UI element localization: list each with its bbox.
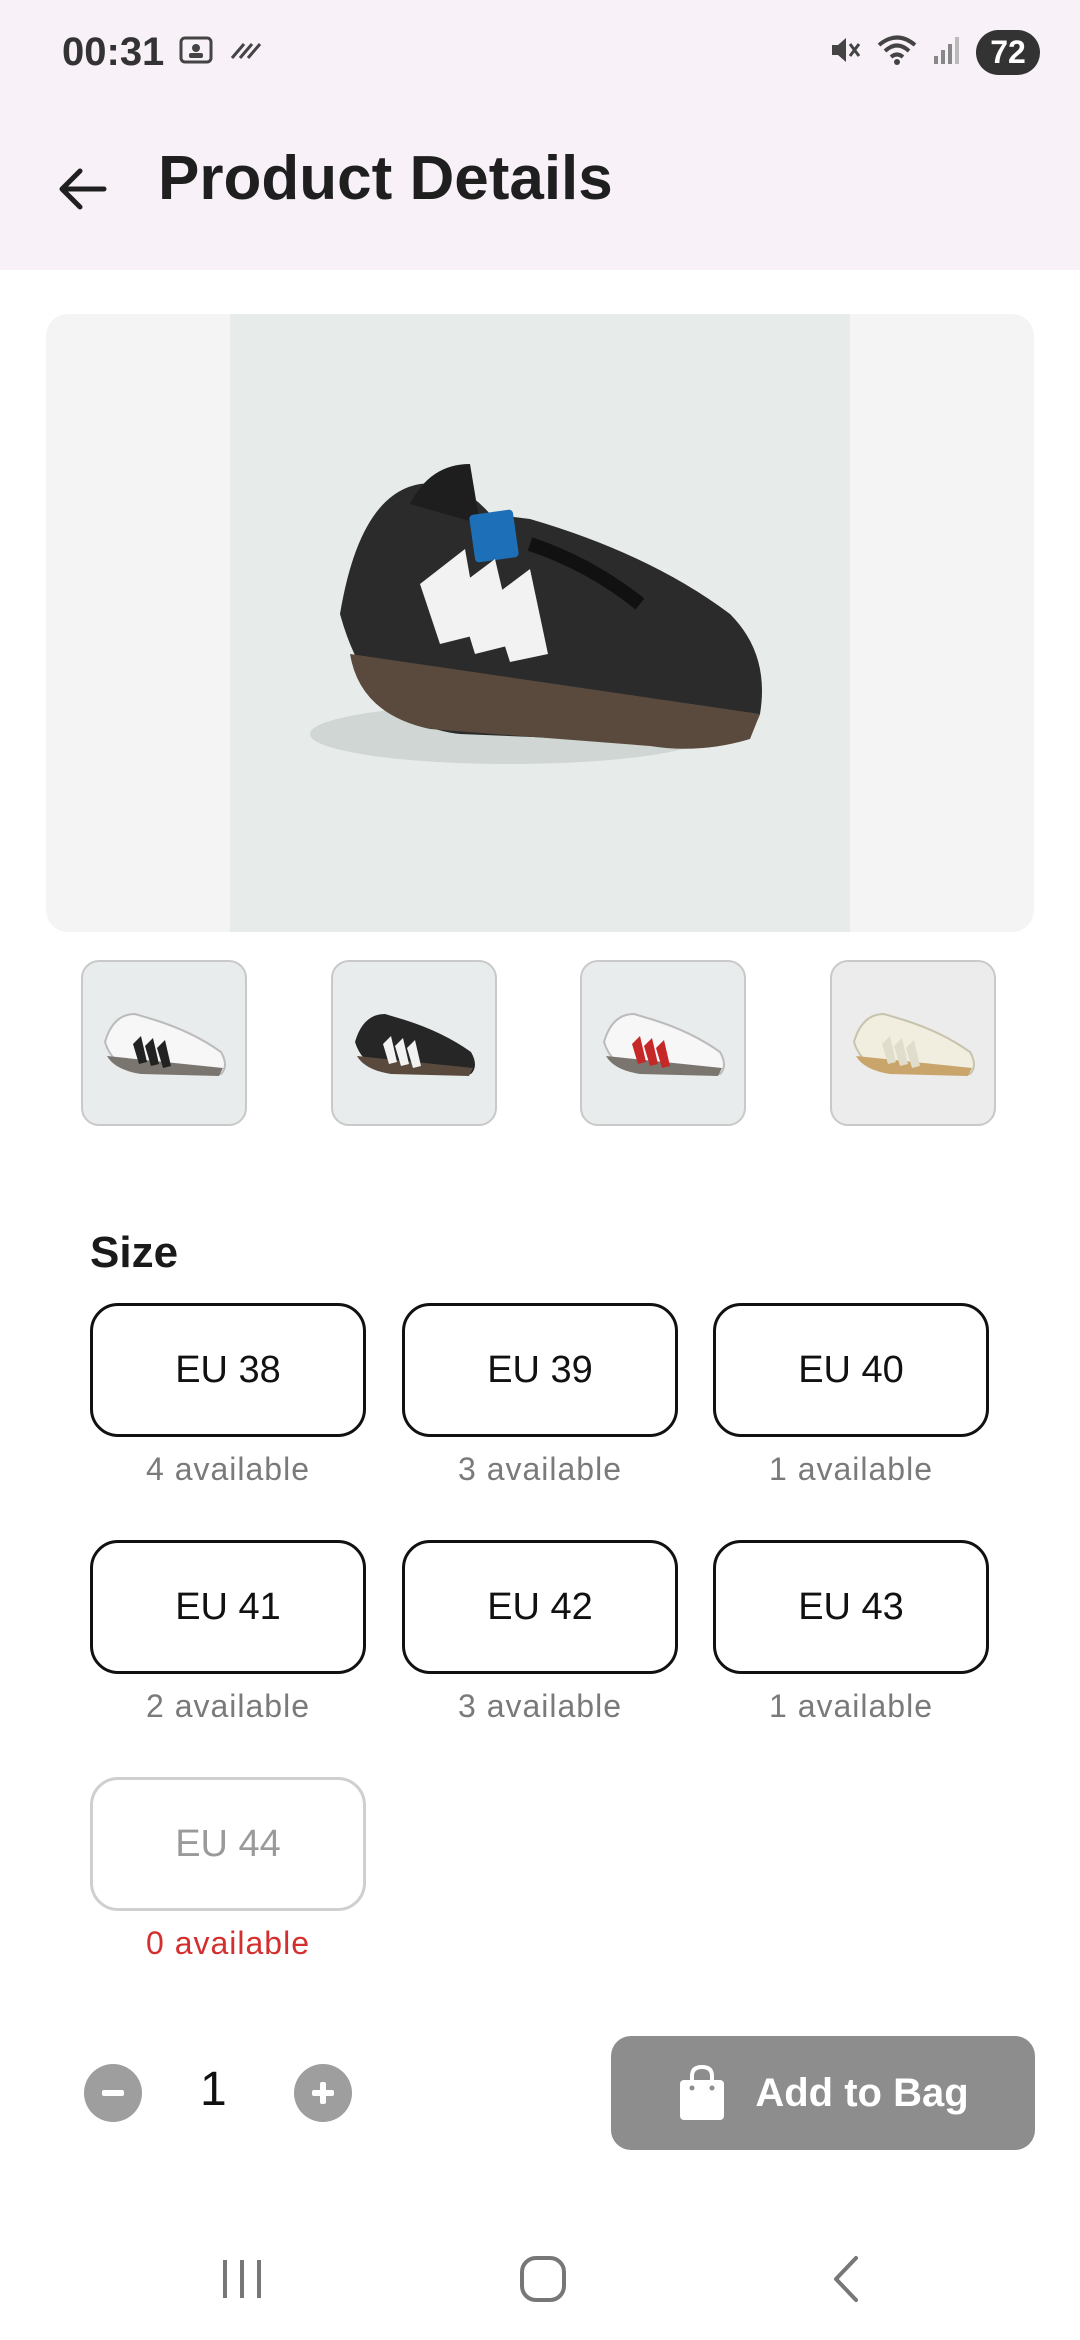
size-availability: 2 available: [146, 1688, 310, 1724]
add-to-bag-label: Add to Bag: [755, 2070, 969, 2115]
size-option: EU 44 0 available: [90, 1777, 366, 1962]
recent-apps-icon: [223, 2260, 261, 2298]
system-back-button[interactable]: [806, 2244, 886, 2314]
size-availability: 3 available: [458, 1451, 622, 1487]
arrow-left-icon: [59, 168, 107, 210]
add-to-bag-button[interactable]: Add to Bag: [611, 2036, 1035, 2150]
product-image: [46, 314, 1034, 932]
signal-icon: [932, 34, 962, 71]
system-nav-bar: [0, 2220, 1080, 2340]
thumbnail-black[interactable]: [331, 960, 497, 1126]
increase-quantity-button[interactable]: [294, 2064, 352, 2122]
data-saver-icon: [230, 38, 264, 67]
size-button-eu39[interactable]: EU 39: [402, 1303, 678, 1437]
thumbnail-cream[interactable]: [830, 960, 996, 1126]
back-button[interactable]: [48, 155, 116, 223]
page-title: Product Details: [158, 144, 613, 213]
plus-icon: [312, 2082, 334, 2104]
quantity-value: 1: [200, 2063, 227, 2116]
status-right-icons: 72: [828, 30, 1040, 75]
size-availability-unavailable: 0 available: [146, 1925, 310, 1961]
shoe-illustration: [310, 464, 762, 764]
size-option: EU 42 3 available: [402, 1540, 678, 1725]
battery-indicator: 72: [976, 30, 1040, 75]
recent-apps-button[interactable]: [202, 2244, 282, 2314]
thumbnail-white[interactable]: [81, 960, 247, 1126]
size-button-eu40[interactable]: EU 40: [713, 1303, 989, 1437]
size-availability: 1 available: [769, 1688, 933, 1724]
size-heading: Size: [90, 1228, 179, 1277]
minus-icon: [102, 2090, 124, 2096]
size-option: EU 43 1 available: [713, 1540, 989, 1725]
size-option: EU 39 3 available: [402, 1303, 678, 1488]
shopping-bag-icon: [680, 2064, 725, 2120]
status-time: 00:31: [62, 30, 165, 74]
size-availability: 4 available: [146, 1451, 310, 1487]
mute-icon: [828, 33, 862, 72]
status-left-icons: [178, 34, 264, 71]
wifi-icon: [876, 33, 918, 72]
size-option: EU 38 4 available: [90, 1303, 366, 1488]
shoe-thumb-icon: [602, 1012, 725, 1076]
chevron-left-icon: [834, 2256, 858, 2302]
thumbnail-strip: [0, 960, 1080, 1132]
shoe-thumb-icon: [355, 1014, 475, 1076]
screenshot-icon: [178, 34, 214, 71]
size-button-eu41[interactable]: EU 41: [90, 1540, 366, 1674]
size-option: EU 40 1 available: [713, 1303, 989, 1488]
shoe-thumb-icon: [852, 1012, 975, 1076]
size-option: EU 41 2 available: [90, 1540, 366, 1725]
home-button[interactable]: [503, 2244, 583, 2314]
size-availability: 3 available: [458, 1688, 622, 1724]
home-icon: [520, 2256, 566, 2302]
app-bar: Product Details: [0, 115, 1080, 270]
size-button-eu38[interactable]: EU 38: [90, 1303, 366, 1437]
product-image-backdrop: [230, 314, 850, 932]
size-button-eu43[interactable]: EU 43: [713, 1540, 989, 1674]
shoe-thumb-icon: [103, 1012, 226, 1076]
thumbnail-red[interactable]: [580, 960, 746, 1126]
size-button-eu44: EU 44: [90, 1777, 366, 1911]
size-button-eu42[interactable]: EU 42: [402, 1540, 678, 1674]
size-availability: 1 available: [769, 1451, 933, 1487]
decrease-quantity-button[interactable]: [84, 2064, 142, 2122]
status-bar: 00:31 72: [0, 0, 1080, 115]
